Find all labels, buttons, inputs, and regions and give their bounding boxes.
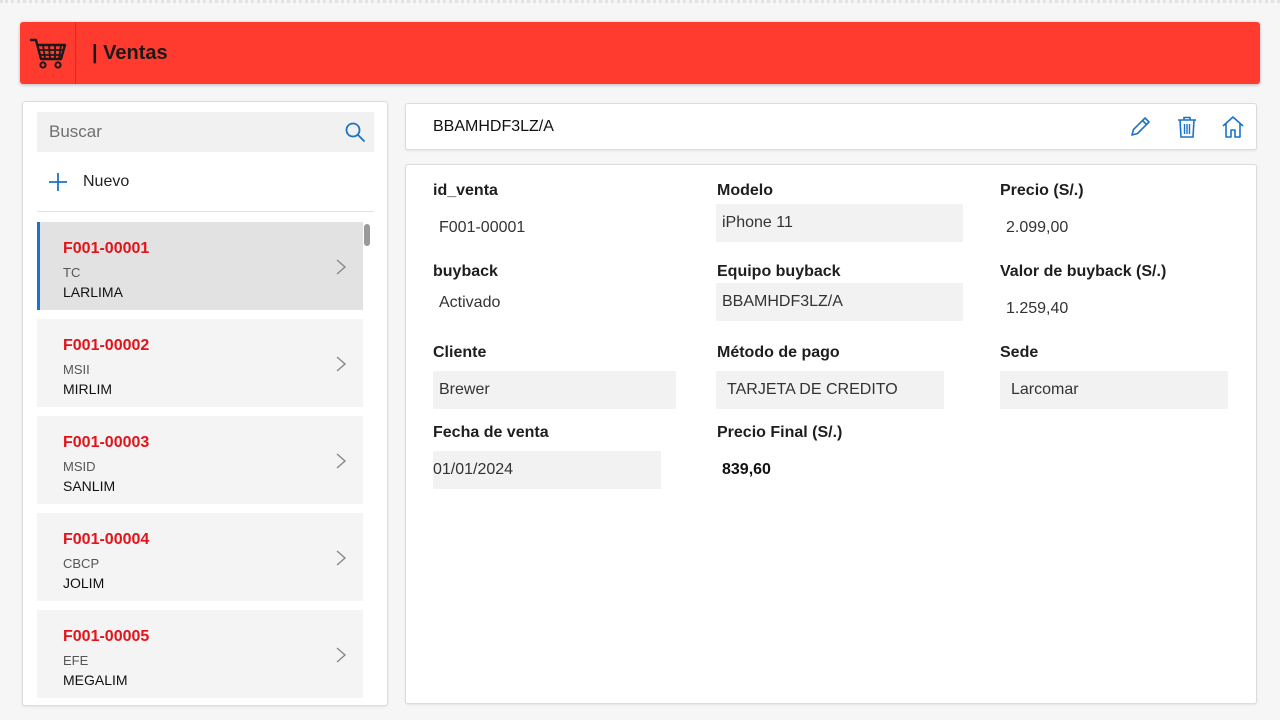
id-venta-label: id_venta xyxy=(433,182,498,199)
list-item[interactable]: F001-00005 EFE MEGALIM xyxy=(37,610,363,698)
page-title: | Ventas xyxy=(92,41,168,64)
list-item[interactable]: F001-00001 TC LARLIMA xyxy=(37,222,363,310)
id-venta-value: F001-00001 xyxy=(439,219,526,236)
new-button-label: Nuevo xyxy=(83,173,130,190)
search-icon[interactable] xyxy=(344,121,366,143)
precio-final-label: Precio Final (S/.) xyxy=(717,424,843,441)
chevron-right-icon xyxy=(336,550,347,566)
valor-buyback-label: Valor de buyback (S/.) xyxy=(1000,263,1167,280)
list-item-code: F001-00001 xyxy=(63,240,150,257)
list-item-code: F001-00004 xyxy=(63,531,150,548)
record-title: BBAMHDF3LZ/A xyxy=(433,118,554,135)
chevron-right-icon xyxy=(336,356,347,372)
list-item-store: JOLIM xyxy=(63,575,105,591)
chevron-right-icon xyxy=(336,259,347,275)
metodo-pago-label: Método de pago xyxy=(717,344,840,361)
list-item-payment: CBCP xyxy=(63,556,100,571)
precio-label: Precio (S/.) xyxy=(1000,182,1084,199)
list-item[interactable]: F001-00004 CBCP JOLIM xyxy=(37,513,363,601)
chevron-right-icon xyxy=(336,453,347,469)
list-item-code: F001-00002 xyxy=(63,337,150,354)
cliente-value: Brewer xyxy=(433,371,676,409)
modelo-label: Modelo xyxy=(717,182,773,199)
fecha-venta-label: Fecha de venta xyxy=(433,424,549,441)
cliente-label: Cliente xyxy=(433,344,487,361)
list-item-payment: MSID xyxy=(63,459,96,474)
list-scrollbar[interactable] xyxy=(364,224,370,246)
equipo-buyback-label: Equipo buyback xyxy=(717,263,841,280)
list-item[interactable]: F001-00002 MSII MIRLIM xyxy=(37,319,363,407)
app-frame: | Ventas Nuevo F001-00001 TC LARLIMA xyxy=(0,0,1280,720)
sale-detail-panel: id_venta F001-00001 Modelo iPhone 11 Pre… xyxy=(405,164,1257,704)
metodo-pago-value: TARJETA DE CREDITO xyxy=(716,371,944,409)
new-button[interactable]: Nuevo xyxy=(37,162,129,202)
fecha-venta-value: 01/01/2024 xyxy=(433,451,661,489)
list-item-store: SANLIM xyxy=(63,478,116,494)
plus-icon xyxy=(49,173,67,191)
list-item-payment: EFE xyxy=(63,653,89,668)
sede-label: Sede xyxy=(1000,344,1039,361)
list-item-store: MEGALIM xyxy=(63,672,128,688)
list-item-store: MIRLIM xyxy=(63,381,112,397)
buyback-label: buyback xyxy=(433,263,498,280)
list-item-store: LARLIMA xyxy=(63,284,123,300)
list-item-code: F001-00003 xyxy=(63,434,150,451)
sales-list: F001-00001 TC LARLIMA F001-00002 MSII MI… xyxy=(37,222,363,705)
divider xyxy=(37,211,374,212)
list-item-payment: TC xyxy=(63,265,81,280)
precio-value: 2.099,00 xyxy=(1006,219,1069,236)
search-box xyxy=(37,112,374,152)
home-icon[interactable] xyxy=(1220,114,1246,140)
list-item[interactable]: F001-00003 MSID SANLIM xyxy=(37,416,363,504)
record-toolbar: BBAMHDF3LZ/A xyxy=(405,103,1257,150)
equipo-buyback-value: BBAMHDF3LZ/A xyxy=(716,283,963,321)
search-input[interactable] xyxy=(37,122,327,142)
chevron-right-icon xyxy=(336,647,347,663)
buyback-value: Activado xyxy=(439,294,501,311)
sales-list-panel: Nuevo F001-00001 TC LARLIMA F001-00002 M… xyxy=(22,101,388,706)
modelo-value: iPhone 11 xyxy=(716,204,963,242)
trash-icon[interactable] xyxy=(1174,114,1200,140)
valor-buyback-value: 1.259,40 xyxy=(1006,300,1069,317)
precio-final-value: 839,60 xyxy=(722,461,771,478)
shopping-cart-icon xyxy=(20,22,76,84)
list-item-code: F001-00005 xyxy=(63,628,150,645)
list-item-payment: MSII xyxy=(63,362,90,377)
app-header: | Ventas xyxy=(20,22,1260,84)
sede-value: Larcomar xyxy=(1000,371,1228,409)
pencil-icon[interactable] xyxy=(1127,114,1153,140)
